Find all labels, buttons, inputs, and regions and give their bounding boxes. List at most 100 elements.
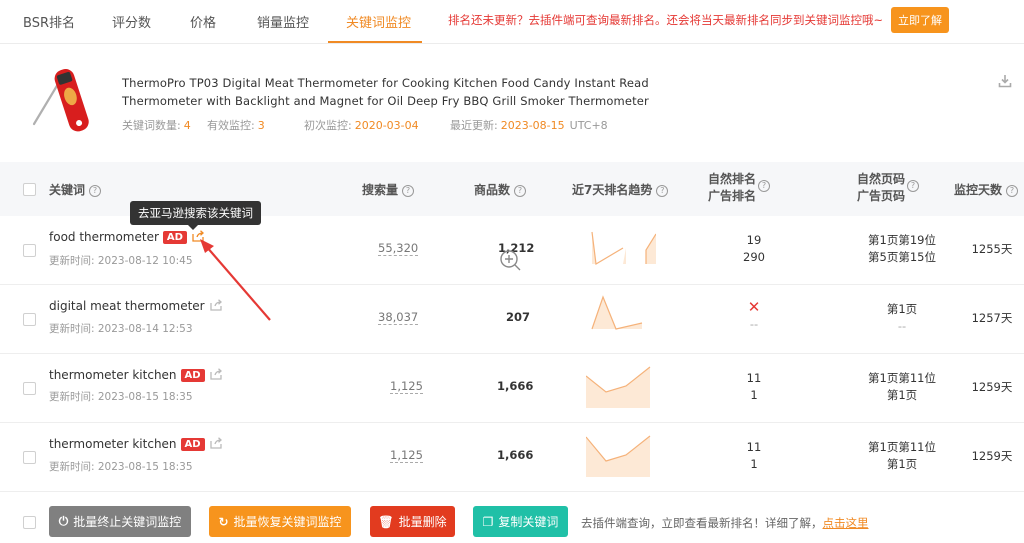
- search-volume[interactable]: 1,125: [390, 379, 423, 394]
- keyword-cell: food thermometer AD: [49, 230, 205, 244]
- product-count: 1,666: [497, 448, 534, 462]
- natural-page: 第1页: [886, 302, 918, 316]
- power-icon: ⏻: [58, 514, 69, 528]
- copy-keywords-button[interactable]: ❐ 复制关键词: [473, 506, 568, 537]
- keyword-count: 关键词数量: 4: [122, 117, 191, 133]
- help-icon[interactable]: ?: [758, 180, 770, 192]
- valid-monitor-label: 有效监控:: [207, 119, 255, 132]
- row-checkbox[interactable]: [23, 244, 36, 257]
- rank-cell: 11 1: [704, 439, 804, 473]
- refresh-icon: ↻: [218, 514, 229, 529]
- keyword-text[interactable]: thermometer kitchen: [49, 368, 177, 382]
- ad-badge: AD: [162, 231, 187, 244]
- tab-bsr-rank[interactable]: BSR排名: [23, 12, 75, 31]
- page-cell: 第1页 --: [842, 301, 962, 335]
- timezone-label: UTC+8: [569, 119, 608, 132]
- keyword-text[interactable]: digital meat thermometer: [49, 299, 205, 313]
- batch-delete-button[interactable]: 🗑 批量删除: [370, 506, 455, 537]
- update-time: 更新时间: 2023-08-14 12:53: [49, 323, 193, 335]
- search-volume[interactable]: 55,320: [378, 241, 419, 256]
- keyword-count-value: 4: [183, 119, 191, 132]
- natural-rank: 11: [746, 440, 762, 454]
- copy-icon: ❐: [482, 514, 494, 529]
- natural-rank: 19: [746, 233, 762, 247]
- page-cell: 第1页第11位 第1页: [842, 370, 962, 404]
- table-row: thermometer kitchen AD 更新时间: 2023-08-15 1…: [0, 354, 1024, 423]
- header-trend: 近7天排名趋势?: [572, 181, 669, 198]
- header-keyword: 关键词?: [49, 181, 102, 198]
- ad-rank: 290: [743, 250, 765, 264]
- first-monitor: 初次监控: 2020-03-04: [304, 117, 419, 133]
- rank-cell: ✕ --: [704, 299, 804, 333]
- header-page: 自然页码 广告页码?: [857, 171, 919, 205]
- batch-stop-button[interactable]: ⏻ 批量终止关键词监控: [49, 506, 191, 537]
- footer-note: 去插件端查询，立即查看最新排名！详细了解，点击这里: [581, 515, 869, 531]
- tab-rating-count[interactable]: 评分数: [112, 12, 151, 31]
- rank-cell: 11 1: [704, 370, 804, 404]
- download-icon[interactable]: [998, 74, 1012, 88]
- row-checkbox[interactable]: [23, 313, 36, 326]
- help-icon[interactable]: ?: [656, 185, 669, 197]
- last-update: 最近更新: 2023-08-15 UTC+8: [450, 117, 608, 133]
- row-checkbox[interactable]: [23, 382, 36, 395]
- header-products: 商品数?: [474, 181, 527, 198]
- trend-sparkline: [591, 231, 656, 265]
- ad-page: 第1页: [886, 388, 918, 402]
- ad-page: 第1页: [886, 457, 918, 471]
- batch-resume-button[interactable]: ↻ 批量恢复关键词监控: [209, 506, 351, 537]
- ad-page: 第5页第15位: [868, 250, 936, 264]
- page-cell: 第1页第11位 第1页: [842, 439, 962, 473]
- zoom-icon[interactable]: [498, 248, 522, 272]
- product-image: [32, 69, 89, 132]
- header-days: 监控天数?: [954, 181, 1019, 198]
- not-ranked-icon: ✕: [747, 298, 761, 316]
- update-time: 更新时间: 2023-08-12 10:45: [49, 255, 193, 267]
- help-icon[interactable]: ?: [402, 185, 415, 197]
- monitor-days: 1255天: [971, 242, 1013, 256]
- keyword-cell: thermometer kitchen AD: [49, 437, 223, 451]
- trash-icon: 🗑: [378, 514, 394, 529]
- ad-rank: 1: [750, 388, 758, 402]
- tab-keyword-monitor[interactable]: 关键词监控: [346, 12, 411, 31]
- active-tab-indicator: [328, 41, 422, 43]
- tab-sales-monitor[interactable]: 销量监控: [257, 12, 309, 31]
- natural-page: 第1页第19位: [868, 233, 936, 247]
- table-row: thermometer kitchen AD 更新时间: 2023-08-15 1…: [0, 423, 1024, 492]
- search-volume[interactable]: 38,037: [378, 310, 419, 325]
- monitor-days: 1257天: [971, 311, 1013, 325]
- product-count: 207: [506, 310, 531, 324]
- header-search-volume: 搜索量?: [362, 181, 415, 198]
- help-icon[interactable]: ?: [907, 180, 919, 192]
- ad-rank: 1: [750, 457, 758, 471]
- keyword-text[interactable]: food thermometer: [49, 230, 159, 244]
- footer-select-all-checkbox[interactable]: [23, 516, 36, 529]
- monitor-days: 1259天: [971, 449, 1013, 463]
- help-icon[interactable]: ?: [1006, 185, 1019, 197]
- amazon-search-tooltip: 去亚马逊搜索该关键词: [130, 201, 261, 230]
- monitor-days: 1259天: [971, 380, 1013, 394]
- table-row: food thermometer AD 更新时间: 2023-08-12 10:4…: [0, 216, 1024, 285]
- help-icon[interactable]: ?: [514, 185, 527, 197]
- keyword-text[interactable]: thermometer kitchen: [49, 437, 177, 451]
- ad-rank: --: [749, 317, 759, 331]
- ad-badge: AD: [180, 369, 205, 382]
- header-rank: 自然排名 广告排名?: [708, 171, 770, 205]
- learn-more-button[interactable]: 立即了解: [891, 7, 949, 33]
- trend-sparkline: [586, 435, 651, 477]
- click-here-link[interactable]: 点击这里: [823, 516, 869, 530]
- share-icon[interactable]: [209, 437, 223, 449]
- search-volume[interactable]: 1,125: [390, 448, 423, 463]
- share-icon[interactable]: [209, 368, 223, 380]
- tab-price[interactable]: 价格: [190, 12, 216, 31]
- product-title-line1: ThermoPro TP03 Digital Meat Thermometer …: [122, 76, 649, 90]
- help-icon[interactable]: ?: [89, 185, 102, 197]
- row-checkbox[interactable]: [23, 451, 36, 464]
- trend-sparkline: [586, 366, 651, 408]
- update-notice: 排名还未更新？去插件端可查询最新排名。还会将当天最新排名同步到关键词监控哦~: [448, 13, 884, 27]
- ad-page: --: [897, 319, 907, 333]
- valid-monitor: 有效监控: 3: [207, 117, 265, 133]
- footer-note-text: 去插件端查询，立即查看最新排名！详细了解，: [581, 516, 823, 530]
- table-row: digital meat thermometer 更新时间: 2023-08-1…: [0, 285, 1024, 354]
- select-all-checkbox[interactable]: [23, 183, 36, 196]
- product-title: ThermoPro TP03 Digital Meat Thermometer …: [122, 74, 682, 110]
